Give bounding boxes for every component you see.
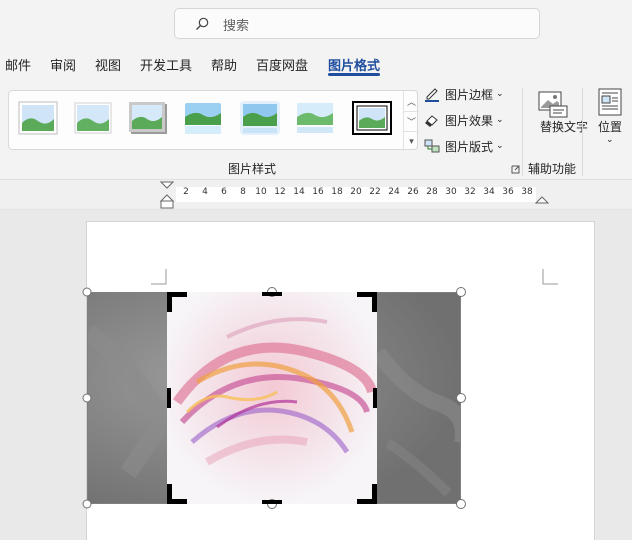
- ruler-tick-label: 2: [183, 187, 189, 197]
- chevron-down-icon: ⌄: [606, 135, 614, 145]
- ruler-tick-label: 36: [502, 187, 514, 197]
- picture-border-button[interactable]: 图片边框 ⌄: [424, 83, 504, 105]
- picture-layout-label: 图片版式: [445, 139, 494, 154]
- search-box[interactable]: 搜索: [174, 8, 540, 39]
- layout-icon: [424, 139, 440, 153]
- ruler-tick-label: 14: [293, 187, 305, 197]
- picture-style-simple-frame[interactable]: [18, 101, 58, 135]
- picture-style-shadow[interactable]: [128, 101, 168, 135]
- picture-style-double-frame-black[interactable]: [352, 101, 392, 135]
- chevron-down-icon: ⌄: [496, 89, 504, 99]
- group-separator: [522, 88, 523, 176]
- ruler-tick-label: 28: [426, 187, 438, 197]
- title-bar: 搜索: [0, 0, 632, 46]
- ruler-tick-label: 12: [274, 187, 286, 197]
- tab-picture-format[interactable]: 图片格式: [328, 55, 380, 74]
- picture-effects-button[interactable]: 图片效果 ⌄: [424, 109, 504, 131]
- pen-border-icon: [425, 88, 439, 102]
- ruler-tick-label: 38: [521, 187, 533, 197]
- position-icon: [598, 88, 622, 116]
- gallery-scroll-down-button[interactable]: ﹀: [403, 111, 419, 131]
- ruler-tick-label: 20: [350, 187, 362, 197]
- picture-border-label: 图片边框: [445, 87, 494, 102]
- margin-corner-mark: [542, 269, 558, 285]
- picture-layout-button[interactable]: 图片版式 ⌄: [424, 135, 504, 157]
- margin-corner-mark: [151, 269, 167, 285]
- marbled-smoke-image: [167, 292, 377, 504]
- chevron-down-icon: ⌄: [496, 141, 504, 151]
- ruler-tick-label: 16: [312, 187, 324, 197]
- search-icon: [196, 17, 209, 30]
- position-button[interactable]: 位置 ⌄: [592, 86, 628, 150]
- right-indent-marker-icon[interactable]: [535, 194, 549, 204]
- gallery-scroll-up-button[interactable]: ︿: [403, 91, 419, 111]
- chevron-down-icon: ⌄: [496, 115, 504, 125]
- ruler-tick-label: 8: [240, 187, 246, 197]
- ribbon: ︿ ﹀ ▾ 图片样式 图片边框 ⌄ 图片效果 ⌄ 图片版式 ⌄ 替换文字 辅助功…: [0, 80, 632, 180]
- picture-style-reflected-rounded[interactable]: [183, 101, 223, 135]
- picture-style-soft-edge[interactable]: [73, 101, 113, 135]
- tab-help[interactable]: 帮助: [211, 55, 237, 74]
- crop-selection-image[interactable]: [167, 292, 377, 504]
- ruler-tick-label: 30: [445, 187, 457, 197]
- alt-text-icon: [538, 91, 568, 118]
- search-input[interactable]: 搜索: [223, 15, 249, 34]
- group-separator: [582, 88, 583, 176]
- ruler-tick-label: 18: [331, 187, 343, 197]
- picture-style-reflected-bevel[interactable]: [295, 101, 335, 135]
- group-label-picture-styles: 图片样式: [228, 162, 277, 176]
- tab-mailings[interactable]: 邮件: [5, 55, 31, 74]
- ruler-tick-label: 10: [255, 187, 267, 197]
- ruler-tick-label: 4: [202, 187, 208, 197]
- chevron-down-icon: ﹀: [406, 118, 416, 128]
- position-label: 位置: [597, 120, 622, 134]
- chevron-up-icon: ︿: [406, 97, 416, 108]
- active-tab-indicator: [328, 73, 380, 76]
- dialog-launcher-icon[interactable]: [511, 165, 520, 174]
- alt-text-label: 替换文字: [540, 120, 589, 134]
- ruler-tick-label: 24: [388, 187, 400, 197]
- picture-styles-gallery: ︿ ﹀ ▾: [8, 90, 419, 151]
- group-label-accessibility: 辅助功能: [528, 162, 577, 176]
- gallery-more-button[interactable]: ▾: [403, 131, 419, 151]
- tab-baidu-netdisk[interactable]: 百度网盘: [256, 55, 308, 74]
- tab-view[interactable]: 视图: [95, 55, 121, 74]
- picture-style-soft-glow[interactable]: [240, 101, 280, 135]
- ruler-tick-label: 34: [483, 187, 495, 197]
- ruler-tick-label: 26: [407, 187, 419, 197]
- ruler-tick-label: 6: [221, 187, 227, 197]
- alt-text-button[interactable]: 替换文字: [530, 88, 589, 150]
- effects-icon: [425, 115, 438, 127]
- tab-review[interactable]: 审阅: [50, 55, 76, 74]
- tab-developer[interactable]: 开发工具: [140, 55, 192, 74]
- ruler-tick-label: 22: [369, 187, 381, 197]
- indent-marker-icon[interactable]: [160, 181, 174, 209]
- picture-effects-label: 图片效果: [445, 113, 494, 128]
- ruler-tick-label: 32: [464, 187, 476, 197]
- ribbon-tabs: 邮件 审阅 视图 开发工具 帮助 百度网盘 图片格式: [0, 46, 632, 80]
- expand-gallery-icon: ▾: [409, 136, 414, 147]
